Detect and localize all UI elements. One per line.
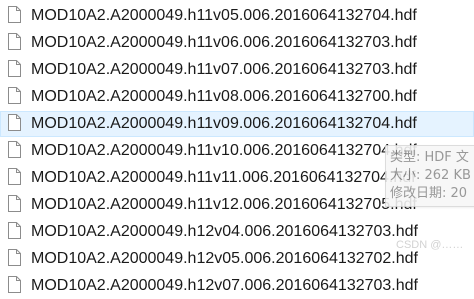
tooltip-modified: 修改日期: 20 bbox=[390, 186, 468, 201]
file-icon bbox=[8, 222, 21, 239]
file-info-tooltip: 类型: HDF 文 大小: 262 KB 修改日期: 20 bbox=[385, 145, 474, 207]
file-name: MOD10A2.A2000049.h11v09.006.201606413270… bbox=[31, 115, 417, 132]
file-name: MOD10A2.A2000049.h12v07.006.201606413270… bbox=[31, 277, 418, 294]
file-name: MOD10A2.A2000049.h12v05.006.201606413270… bbox=[31, 250, 418, 267]
file-row[interactable]: MOD10A2.A2000049.h12v07.006.201606413270… bbox=[0, 273, 474, 299]
file-row[interactable]: MOD10A2.A2000049.h11v06.006.201606413270… bbox=[0, 30, 474, 56]
file-name: MOD10A2.A2000049.h11v11.006.201606413270… bbox=[31, 169, 416, 186]
file-icon bbox=[8, 195, 21, 212]
file-name: MOD10A2.A2000049.h11v10.006.201606413270… bbox=[31, 142, 417, 159]
file-icon bbox=[8, 114, 21, 131]
file-name: MOD10A2.A2000049.h12v04.006.201606413270… bbox=[31, 223, 418, 240]
file-row[interactable]: MOD10A2.A2000049.h11v05.006.201606413270… bbox=[0, 3, 474, 29]
file-row-hovered[interactable]: MOD10A2.A2000049.h11v09.006.201606413270… bbox=[0, 111, 474, 137]
file-icon bbox=[8, 276, 21, 293]
file-name: MOD10A2.A2000049.h11v08.006.201606413270… bbox=[31, 88, 417, 105]
file-row[interactable]: MOD10A2.A2000049.h11v08.006.201606413270… bbox=[0, 84, 474, 110]
watermark: CSDN @…… bbox=[396, 239, 464, 251]
file-icon bbox=[8, 6, 21, 23]
tooltip-type: 类型: HDF 文 bbox=[390, 150, 469, 165]
file-name: MOD10A2.A2000049.h11v05.006.201606413270… bbox=[31, 7, 417, 24]
file-icon bbox=[8, 33, 21, 50]
file-icon bbox=[8, 249, 21, 266]
file-row[interactable]: MOD10A2.A2000049.h11v07.006.201606413270… bbox=[0, 57, 474, 83]
file-icon bbox=[8, 141, 21, 158]
file-icon bbox=[8, 60, 21, 77]
file-icon bbox=[8, 87, 21, 104]
file-name: MOD10A2.A2000049.h11v12.006.201606413270… bbox=[31, 196, 417, 213]
file-name: MOD10A2.A2000049.h11v07.006.201606413270… bbox=[31, 61, 417, 78]
tooltip-size: 大小: 262 KB bbox=[390, 168, 471, 183]
file-name: MOD10A2.A2000049.h11v06.006.201606413270… bbox=[31, 34, 417, 51]
file-icon bbox=[8, 168, 21, 185]
